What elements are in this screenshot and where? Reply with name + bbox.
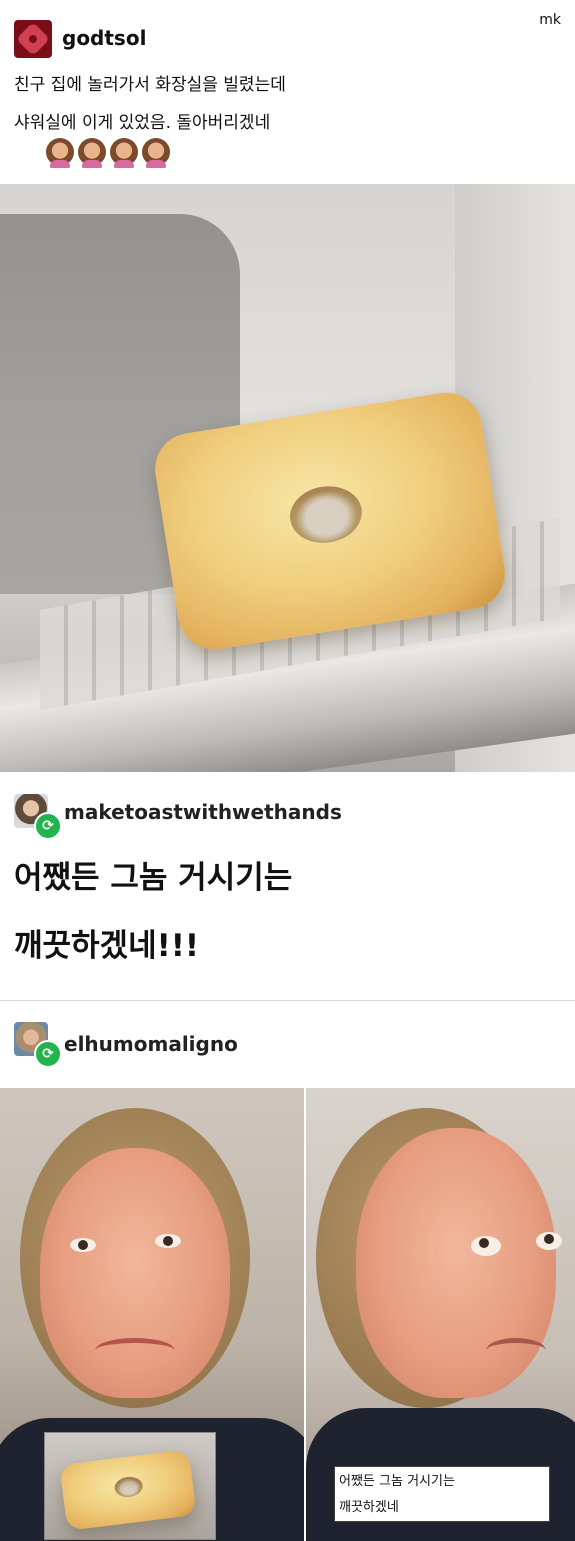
mouth bbox=[95, 1338, 175, 1363]
post-text-line: 샤워실에 이게 있었음. 돌아버리겠네 bbox=[14, 113, 271, 133]
caption-line: 어쨌든 그놈 거시기는 bbox=[339, 1474, 455, 1489]
woman-pouting-icon bbox=[78, 138, 106, 168]
username[interactable]: maketoastwithwethands bbox=[64, 800, 342, 824]
username[interactable]: godtsol bbox=[62, 26, 146, 50]
mouth bbox=[486, 1338, 546, 1363]
reblog-icon: ⟳ bbox=[34, 812, 62, 840]
eye bbox=[155, 1234, 181, 1248]
post-text: 친구 집에 놀러가서 화장실을 빌렸는데 샤워실에 이게 있었음. 돌아버리겠네 bbox=[14, 66, 554, 142]
reblog-icon: ⟳ bbox=[34, 1040, 62, 1068]
post-elhumomaligno: ⟳ elhumomaligno bbox=[0, 1000, 575, 1088]
eye bbox=[70, 1238, 96, 1252]
soap-bar bbox=[59, 1449, 197, 1531]
woman-pouting-icon bbox=[110, 138, 138, 168]
woman-pouting-icon bbox=[46, 138, 74, 168]
post-maketoastwithwethands: ⟳ maketoastwithwethands 어쨌든 그놈 거시기는 깨끗하겠… bbox=[0, 772, 575, 1001]
post-text-line: 친구 집에 놀러가서 화장실을 빌렸는데 bbox=[14, 75, 286, 95]
post-godtsol: godtsol 친구 집에 놀러가서 화장실을 빌렸는데 샤워실에 이게 있었음… bbox=[0, 0, 575, 184]
soap-hole bbox=[286, 481, 366, 548]
eye bbox=[471, 1236, 501, 1256]
username[interactable]: elhumomaligno bbox=[64, 1032, 238, 1056]
caption-line: 깨끗하겠네 bbox=[339, 1500, 399, 1515]
meme-caption: 어쨌든 그놈 거시기는 깨끗하겠네 bbox=[334, 1466, 550, 1522]
inset-soap-photo bbox=[44, 1432, 216, 1540]
emoji-row bbox=[46, 138, 170, 168]
eye bbox=[536, 1232, 562, 1250]
post-text-line: 어쨌든 그놈 거시기는 bbox=[14, 860, 293, 896]
soap-photo bbox=[0, 184, 575, 772]
soap-hole bbox=[113, 1475, 144, 1499]
avatar[interactable] bbox=[14, 20, 52, 58]
post-text-line: 깨끗하겠네!!! bbox=[14, 928, 200, 964]
woman-pouting-icon bbox=[142, 138, 170, 168]
